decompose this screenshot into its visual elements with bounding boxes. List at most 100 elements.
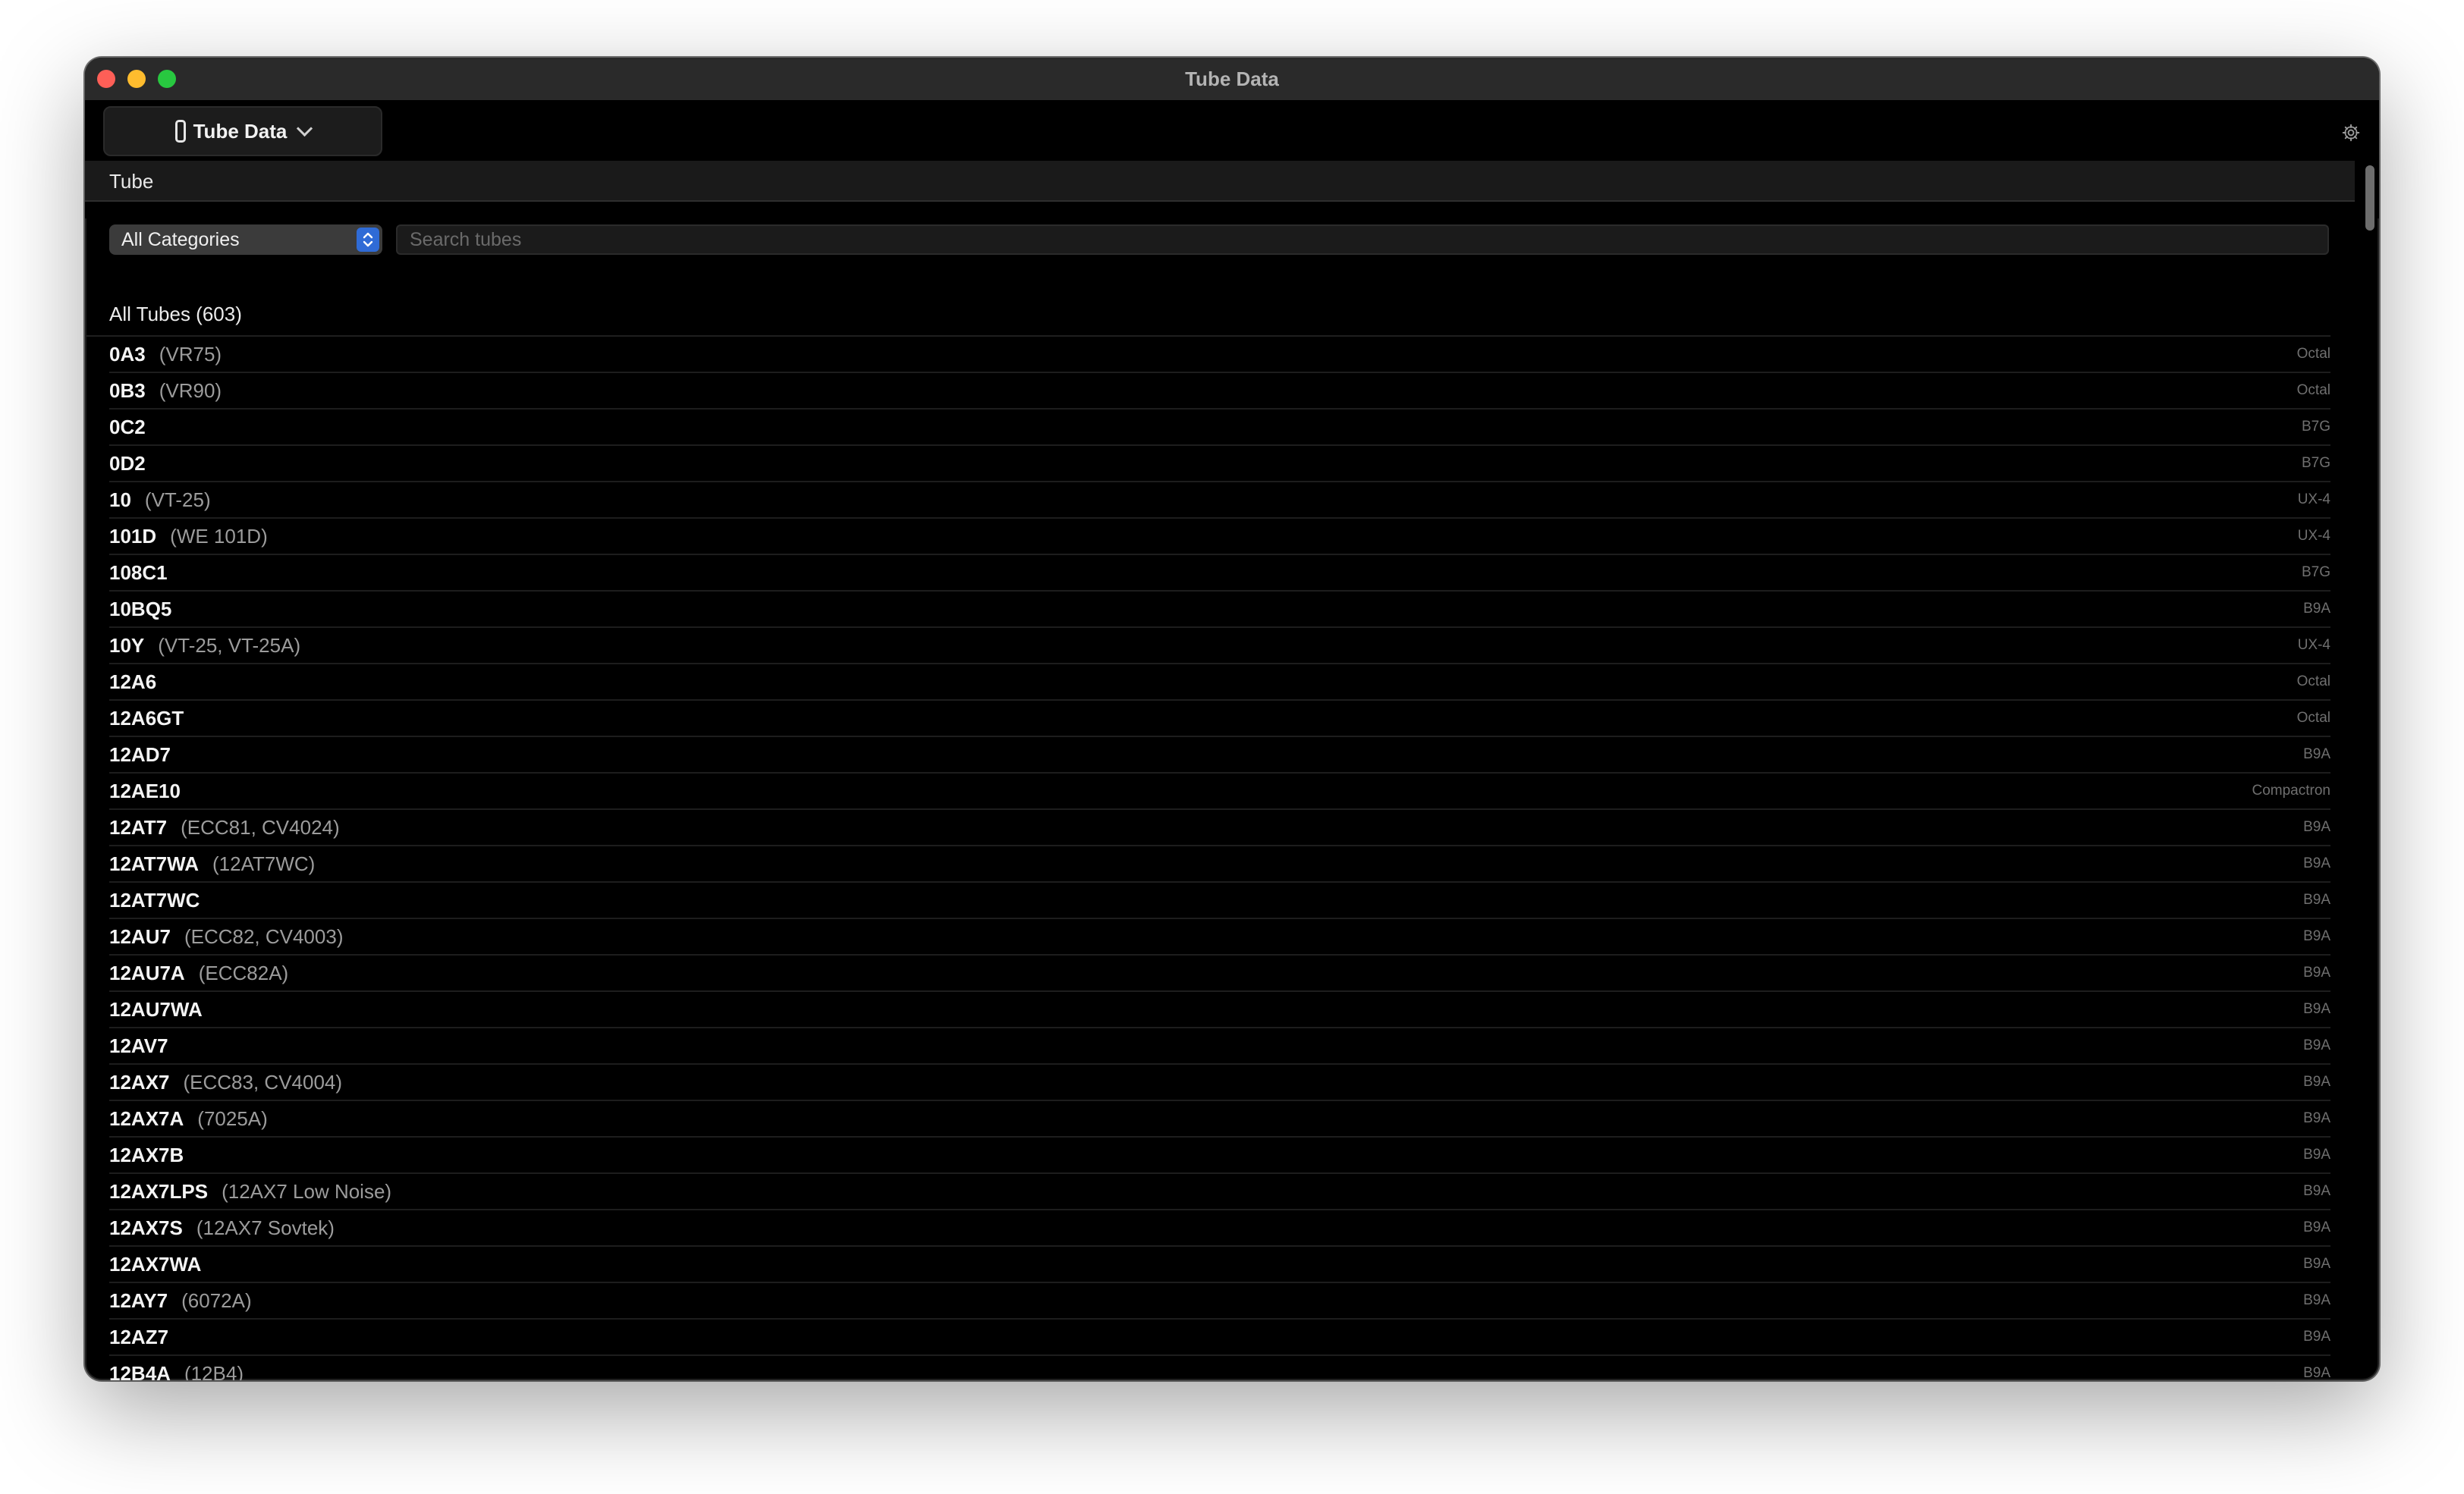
tube-name: 12AY7 bbox=[109, 1288, 168, 1312]
tube-row[interactable]: 0D2 B7G bbox=[109, 446, 2330, 482]
tube-base: B9A bbox=[2303, 965, 2330, 981]
tube-row[interactable]: 12AT7WA (12AT7WC) B9A bbox=[109, 846, 2330, 883]
tube-base: B9A bbox=[2303, 601, 2330, 617]
tube-base: B9A bbox=[2303, 819, 2330, 835]
tube-row[interactable]: 0B3 (VR90) Octal bbox=[109, 373, 2330, 410]
tube-row[interactable]: 12AV7 B9A bbox=[109, 1028, 2330, 1065]
tube-base: B9A bbox=[2303, 1219, 2330, 1235]
tube-base: B7G bbox=[2301, 564, 2330, 580]
tube-name: 0A3 bbox=[109, 342, 146, 366]
tube-name: 12AT7 bbox=[109, 815, 168, 839]
tube-name: 0C2 bbox=[109, 415, 146, 438]
tube-icon bbox=[174, 120, 186, 143]
tube-name: 10Y bbox=[109, 633, 145, 657]
category-select[interactable]: All Categories bbox=[109, 224, 382, 255]
tube-name: 12AU7WA bbox=[109, 997, 203, 1021]
category-select-value: All Categories bbox=[121, 229, 240, 250]
scrollbar-thumb[interactable] bbox=[2365, 165, 2374, 231]
tube-row[interactable]: 12AD7 B9A bbox=[109, 737, 2330, 774]
tube-base: B9A bbox=[2303, 1001, 2330, 1017]
tube-alias: (WE 101D) bbox=[170, 524, 268, 548]
tube-base: B9A bbox=[2303, 1074, 2330, 1090]
tube-base: B9A bbox=[2303, 928, 2330, 944]
tube-row[interactable]: 10Y (VT-25, VT-25A) UX-4 bbox=[109, 628, 2330, 664]
title-bar: Tube Data bbox=[85, 58, 2379, 102]
tube-base: B9A bbox=[2303, 1365, 2330, 1380]
list-title: All Tubes (603) bbox=[85, 293, 2330, 337]
tube-name: 10BQ5 bbox=[109, 597, 172, 620]
tube-row[interactable]: 101D (WE 101D) UX-4 bbox=[109, 519, 2330, 555]
app-picker-label: Tube Data bbox=[193, 119, 288, 143]
tube-row[interactable]: 12AY7 (6072A) B9A bbox=[109, 1283, 2330, 1320]
gear-icon[interactable] bbox=[2341, 123, 2361, 143]
tube-name: 12AT7WC bbox=[109, 888, 200, 912]
tube-base: B9A bbox=[2303, 1329, 2330, 1345]
tube-row[interactable]: 12AT7 (ECC81, CV4024) B9A bbox=[109, 810, 2330, 846]
tube-name: 12AT7WA bbox=[109, 852, 199, 875]
tube-row[interactable]: 12B4A (12B4) B9A bbox=[109, 1356, 2330, 1381]
app-picker-button[interactable]: Tube Data bbox=[103, 106, 382, 156]
tube-name: 10 bbox=[109, 488, 131, 511]
tube-row[interactable]: 12AU7A (ECC82A) B9A bbox=[109, 956, 2330, 992]
tube-base: B9A bbox=[2303, 1147, 2330, 1163]
tube-alias: (ECC82A) bbox=[198, 961, 289, 984]
tube-row[interactable]: 10 (VT-25) UX-4 bbox=[109, 482, 2330, 519]
tube-base: UX-4 bbox=[2297, 491, 2330, 507]
tube-base: B9A bbox=[2303, 1292, 2330, 1308]
tube-row[interactable]: 12AX7B B9A bbox=[109, 1138, 2330, 1174]
filter-row: All Categories bbox=[85, 218, 2355, 261]
tube-base: B9A bbox=[2303, 1183, 2330, 1199]
tube-name: 12AX7B bbox=[109, 1143, 184, 1166]
tube-row[interactable]: 12AU7 (ECC82, CV4003) B9A bbox=[109, 919, 2330, 956]
tube-row[interactable]: 12A6GT Octal bbox=[109, 701, 2330, 737]
tube-alias: (12AT7WC) bbox=[212, 852, 316, 875]
tube-name: 0B3 bbox=[109, 378, 146, 402]
tube-alias: (ECC81, CV4024) bbox=[181, 815, 340, 839]
tube-row[interactable]: 12AX7A (7025A) B9A bbox=[109, 1101, 2330, 1138]
tube-row[interactable]: 12AX7 (ECC83, CV4004) B9A bbox=[109, 1065, 2330, 1101]
tube-row[interactable]: 108C1 B7G bbox=[109, 555, 2330, 592]
tube-row[interactable]: 12AE10 Compactron bbox=[109, 774, 2330, 810]
tube-row[interactable]: 12AU7WA B9A bbox=[109, 992, 2330, 1028]
tube-row[interactable]: 12AT7WC B9A bbox=[109, 883, 2330, 919]
tube-base: B7G bbox=[2301, 455, 2330, 471]
tube-alias: (ECC83, CV4004) bbox=[183, 1070, 343, 1094]
tube-alias: (VR75) bbox=[159, 342, 222, 366]
tube-name: 12AU7 bbox=[109, 924, 171, 948]
chevron-down-icon bbox=[297, 120, 313, 137]
tube-name: 12AX7A bbox=[109, 1106, 184, 1130]
tube-base: Compactron bbox=[2252, 783, 2331, 799]
tube-row[interactable]: 10BQ5 B9A bbox=[109, 592, 2330, 628]
tube-alias: (12AX7 Low Noise) bbox=[222, 1179, 392, 1203]
app-window: Tube Data Tube Data Tube All Categories bbox=[85, 58, 2379, 1380]
section-header: Tube bbox=[85, 161, 2355, 202]
tube-name: 108C1 bbox=[109, 560, 168, 584]
tube-row[interactable]: 12AX7S (12AX7 Sovtek) B9A bbox=[109, 1210, 2330, 1247]
search-input[interactable] bbox=[396, 224, 2329, 255]
tube-row[interactable]: 0A3 (VR75) Octal bbox=[109, 337, 2330, 373]
window-title: Tube Data bbox=[1185, 67, 1279, 90]
tube-base: Octal bbox=[2296, 382, 2330, 398]
tube-alias: (VT-25, VT-25A) bbox=[158, 633, 301, 657]
tube-list: All Tubes (603) 0A3 (VR75) Octal 0B3 (VR90) O… bbox=[85, 293, 2355, 1380]
tube-base: B9A bbox=[2303, 1037, 2330, 1053]
tube-row[interactable]: 12A6 Octal bbox=[109, 664, 2330, 701]
tube-base: Octal bbox=[2296, 710, 2330, 726]
tube-alias: (12B4) bbox=[184, 1361, 244, 1381]
tube-base: Octal bbox=[2296, 673, 2330, 689]
tube-base: B9A bbox=[2303, 892, 2330, 908]
tube-base: B9A bbox=[2303, 1110, 2330, 1126]
tube-name: 12AZ7 bbox=[109, 1325, 169, 1348]
tube-row[interactable]: 12AZ7 B9A bbox=[109, 1320, 2330, 1356]
select-stepper-icon bbox=[357, 228, 379, 252]
tube-row[interactable]: 0C2 B7G bbox=[109, 410, 2330, 446]
tube-base: B9A bbox=[2303, 855, 2330, 871]
tube-alias: (VT-25) bbox=[144, 488, 211, 511]
tube-name: 12AE10 bbox=[109, 779, 181, 802]
tube-name: 12AX7LPS bbox=[109, 1179, 209, 1203]
tube-name: 0D2 bbox=[109, 451, 146, 475]
tube-row[interactable]: 12AX7LPS (12AX7 Low Noise) B9A bbox=[109, 1174, 2330, 1210]
tube-base: B7G bbox=[2301, 419, 2330, 435]
tube-row[interactable]: 12AX7WA B9A bbox=[109, 1247, 2330, 1283]
tube-name: 12AX7 bbox=[109, 1070, 170, 1094]
